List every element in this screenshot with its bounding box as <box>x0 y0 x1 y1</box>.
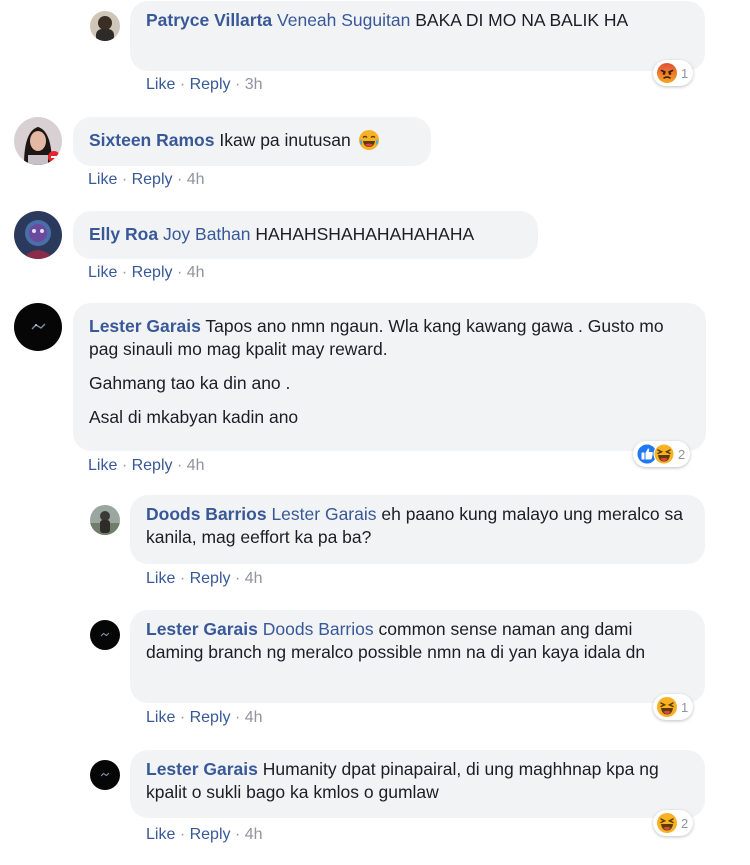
comment-mention[interactable]: Veneah Suguitan <box>277 10 410 30</box>
comment-text: Ikaw pa inutusan <box>219 130 351 150</box>
separator: · <box>121 171 128 188</box>
comment-actions: Like · Reply · 3h <box>146 76 263 94</box>
comment-author[interactable]: Patryce Villarta <box>146 10 272 30</box>
comment-author[interactable]: Elly Roa <box>89 224 158 244</box>
like-link[interactable]: Like <box>146 826 175 843</box>
comment-text: HAHAHSHAHAHAHAHAHA <box>255 224 475 244</box>
comment-mention[interactable]: Joy Bathan <box>163 224 251 244</box>
like-link[interactable]: Like <box>146 76 175 93</box>
separator: · <box>179 76 186 93</box>
timestamp[interactable]: 4h <box>187 171 205 188</box>
reply-link[interactable]: Reply <box>190 570 231 587</box>
comment-author[interactable]: Lester Garais <box>89 316 201 336</box>
timestamp[interactable]: 4h <box>187 457 205 474</box>
laughing-emoji-icon <box>358 130 379 150</box>
reply-link[interactable]: Reply <box>132 457 173 474</box>
comment-bubble: Lester Garais Humanity dpat pinapairal, … <box>130 750 705 818</box>
separator: · <box>234 570 241 587</box>
avatar[interactable] <box>14 303 62 351</box>
timestamp[interactable]: 4h <box>245 709 263 726</box>
comment-bubble: Lester Garais Tapos ano nmn ngaun. Wla k… <box>73 303 706 451</box>
comment-actions: Like · Reply · 4h <box>88 171 205 189</box>
comment-paragraph: Lester Garais Tapos ano nmn ngaun. Wla k… <box>89 315 692 361</box>
comment-actions: Like · Reply · 4h <box>146 709 263 727</box>
reaction-count: 1 <box>681 699 689 715</box>
like-link[interactable]: Like <box>88 171 117 188</box>
comment-actions: Like · Reply · 4h <box>88 264 205 282</box>
comment-mention[interactable]: Doods Barrios <box>263 619 374 639</box>
reply-link[interactable]: Reply <box>132 171 173 188</box>
comment-actions: Like · Reply · 4h <box>146 826 263 844</box>
timestamp[interactable]: 4h <box>245 570 263 587</box>
angry-icon <box>657 63 677 83</box>
comment-bubble: Lester Garais Doods Barrios common sense… <box>130 610 705 703</box>
separator: · <box>179 826 186 843</box>
separator: · <box>234 826 241 843</box>
separator: · <box>176 171 183 188</box>
comment-paragraph: Asal di mkabyan kadin ano <box>89 407 299 427</box>
separator: · <box>176 457 183 474</box>
avatar[interactable] <box>90 620 120 650</box>
separator: · <box>176 264 183 281</box>
timestamp[interactable]: 4h <box>245 826 263 843</box>
separator: · <box>234 709 241 726</box>
avatar[interactable] <box>90 505 120 535</box>
reaction-count: 1 <box>681 65 689 81</box>
reply-link[interactable]: Reply <box>190 826 231 843</box>
like-link[interactable]: Like <box>146 570 175 587</box>
reaction-badge[interactable]: 1 <box>653 694 694 720</box>
comment-author[interactable]: Sixteen Ramos <box>89 130 214 150</box>
comment-author[interactable]: Lester Garais <box>146 619 258 639</box>
comment-author[interactable]: Doods Barrios <box>146 504 267 524</box>
comment-bubble: Patryce Villarta Veneah Suguitan BAKA DI… <box>130 1 705 71</box>
separator: · <box>179 570 186 587</box>
reaction-count: 2 <box>678 446 686 462</box>
haha-icon <box>657 697 677 717</box>
haha-icon <box>657 813 677 833</box>
reply-link[interactable]: Reply <box>190 76 231 93</box>
haha-icon <box>653 443 675 465</box>
comment-mention[interactable]: Lester Garais <box>271 504 376 524</box>
avatar[interactable] <box>90 11 120 41</box>
reaction-badge[interactable]: 2 <box>653 810 694 836</box>
separator: · <box>234 76 241 93</box>
timestamp[interactable]: 3h <box>245 76 263 93</box>
timestamp[interactable]: 4h <box>187 264 205 281</box>
comment-text: BAKA DI MO NA BALIK HA <box>415 10 629 30</box>
comment-bubble: Elly Roa Joy Bathan HAHAHSHAHAHAHAHAHA <box>73 211 538 259</box>
like-link[interactable]: Like <box>88 457 117 474</box>
separator: · <box>121 457 128 474</box>
separator: · <box>121 264 128 281</box>
like-link[interactable]: Like <box>88 264 117 281</box>
separator: · <box>179 709 186 726</box>
reaction-count: 2 <box>681 815 689 831</box>
comment-bubble: Doods Barrios Lester Garais eh paano kun… <box>130 495 705 564</box>
avatar[interactable] <box>14 117 62 165</box>
comment-author[interactable]: Lester Garais <box>146 759 258 779</box>
comment-actions: Like · Reply · 4h <box>88 457 205 475</box>
reply-link[interactable]: Reply <box>190 709 231 726</box>
reply-link[interactable]: Reply <box>132 264 173 281</box>
comment-actions: Like · Reply · 4h <box>146 570 263 588</box>
reaction-badge[interactable]: 2 <box>633 441 691 467</box>
avatar[interactable] <box>14 211 62 259</box>
comment-paragraph: Gahmang tao ka din ano . <box>89 373 291 393</box>
like-link[interactable]: Like <box>146 709 175 726</box>
avatar[interactable] <box>90 760 120 790</box>
comment-bubble: Sixteen Ramos Ikaw pa inutusan <box>73 117 431 166</box>
reaction-badge[interactable]: 1 <box>653 60 694 86</box>
